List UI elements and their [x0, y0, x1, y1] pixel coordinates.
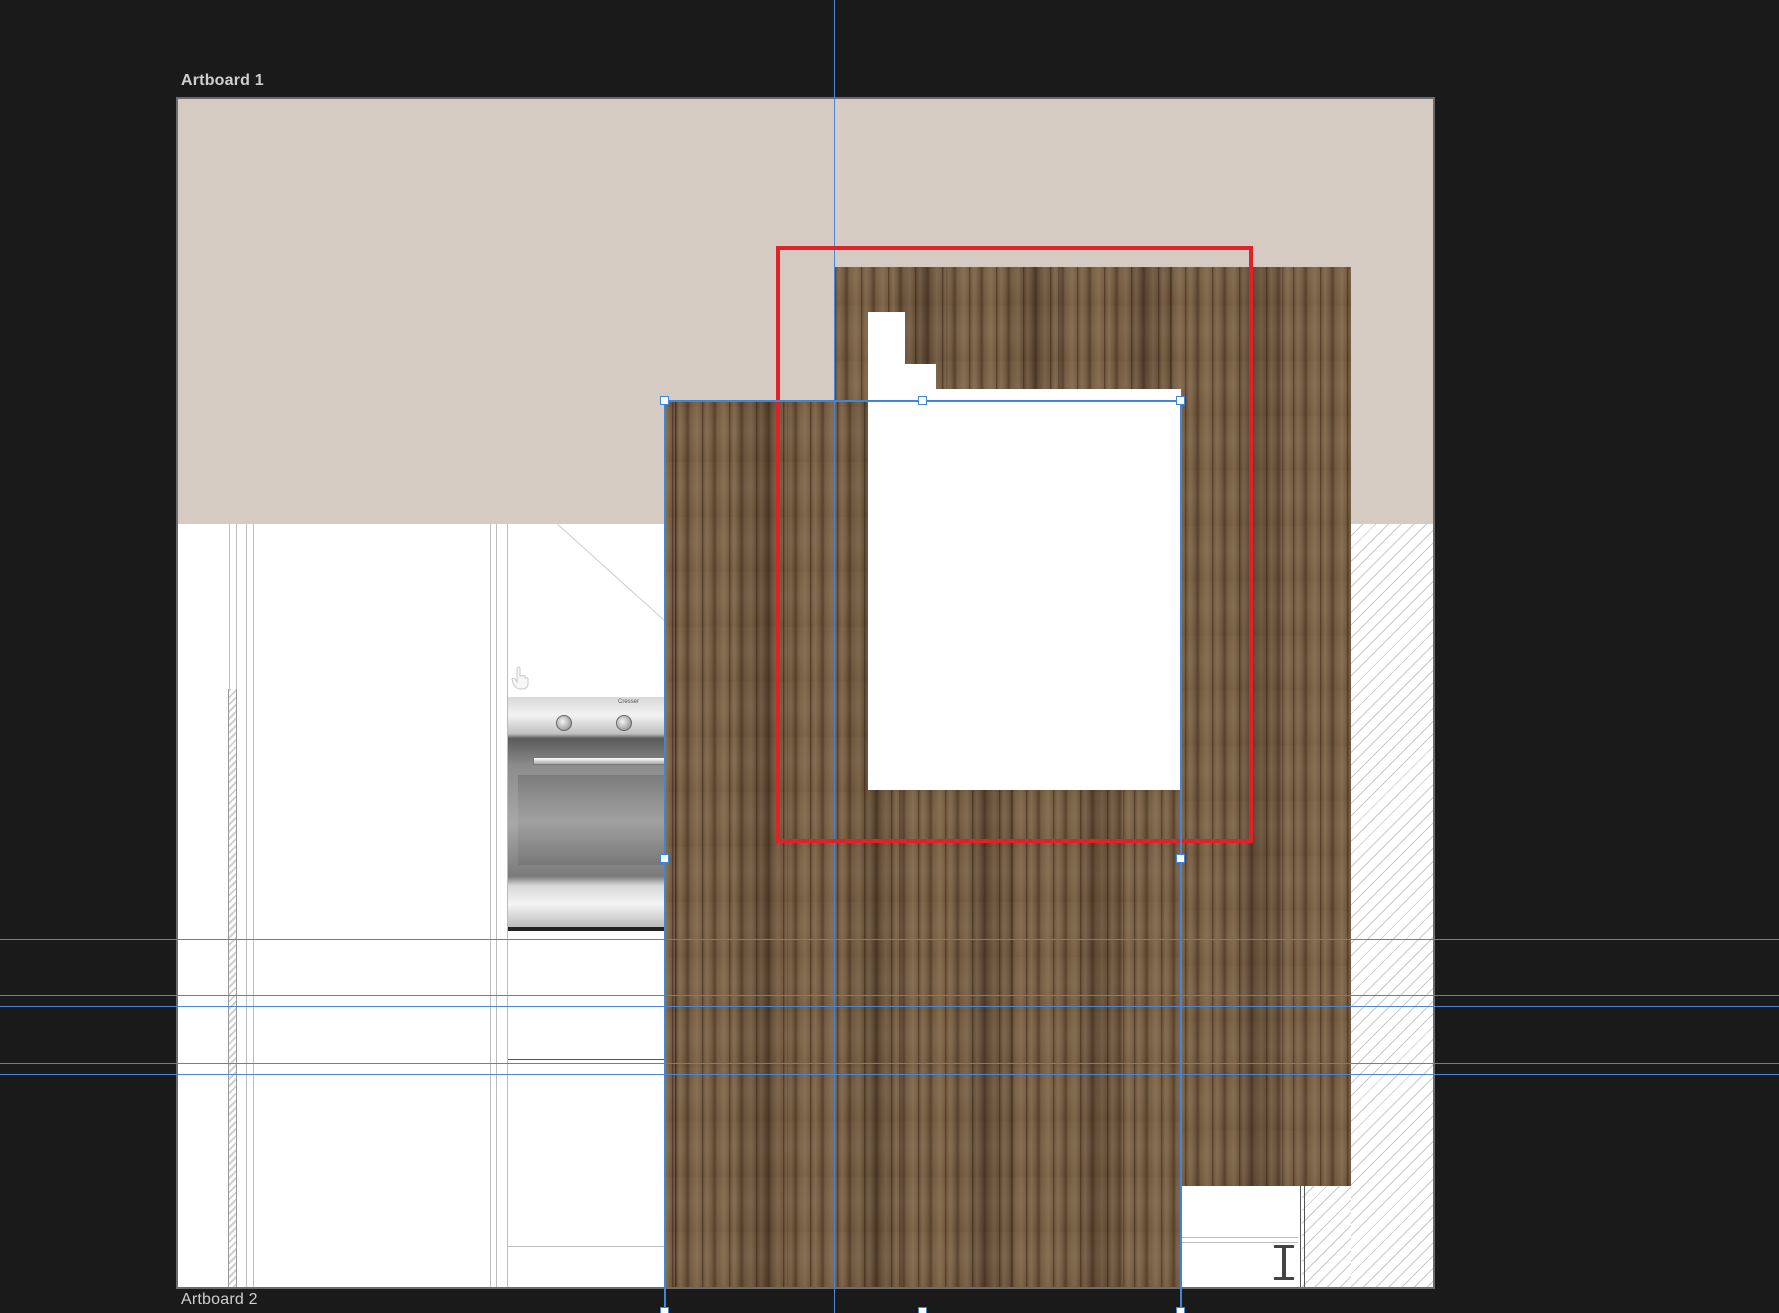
base-unit-edge	[1300, 1186, 1301, 1287]
base-unit-edge	[1304, 1186, 1305, 1287]
resize-handle-middle-left[interactable]	[660, 854, 669, 863]
resize-handle-bottom-right[interactable]	[1176, 1307, 1185, 1313]
resize-handle-middle-right[interactable]	[1176, 854, 1185, 863]
horizontal-guide[interactable]	[0, 1063, 1779, 1064]
oven-handle	[533, 757, 675, 765]
horizontal-guide[interactable]	[0, 995, 1779, 996]
artboard-2-label[interactable]: Artboard 2	[181, 1291, 258, 1309]
artboard-1-label[interactable]: Artboard 1	[181, 72, 264, 90]
oven-window	[518, 775, 672, 865]
hand-pointer-icon	[511, 666, 529, 690]
resize-handle-bottom-left[interactable]	[660, 1307, 669, 1313]
base-unit-line	[1180, 1237, 1298, 1238]
horizontal-guide[interactable]	[0, 1006, 1779, 1007]
base-unit-line	[1180, 1242, 1298, 1243]
door-swing-line	[557, 524, 670, 626]
cabinet-leg	[1274, 1277, 1294, 1280]
drawer-line	[508, 1246, 682, 1247]
drawer-line	[508, 1059, 682, 1060]
horizontal-guide[interactable]	[0, 1074, 1779, 1075]
oven-knob-icon	[616, 715, 632, 731]
oven-column-edge	[490, 524, 491, 1287]
resize-handle-top-right[interactable]	[1176, 396, 1185, 405]
hatched-wall-section	[1302, 1186, 1351, 1287]
cabinet-leg	[1274, 1245, 1294, 1248]
hatched-wall-section	[1351, 524, 1433, 1287]
oven-knob-icon	[556, 715, 572, 731]
hatched-side-panel	[228, 689, 237, 1287]
tall-cabinet-edge	[253, 524, 254, 1287]
horizontal-guide[interactable]	[0, 939, 1779, 940]
resize-handle-top-left[interactable]	[660, 396, 669, 405]
resize-handle-bottom-center[interactable]	[918, 1307, 927, 1313]
design-canvas[interactable]: Artboard 1 Cresser Artboard 2	[0, 0, 1779, 1313]
oven-column-edge	[496, 524, 497, 1287]
oven-appliance[interactable]: Cresser	[508, 697, 682, 931]
cabinet-leg	[1282, 1245, 1286, 1280]
resize-handle-top-center[interactable]	[918, 396, 927, 405]
tall-cabinet-edge	[246, 524, 247, 1287]
oven-brand-label: Cresser	[618, 699, 640, 705]
